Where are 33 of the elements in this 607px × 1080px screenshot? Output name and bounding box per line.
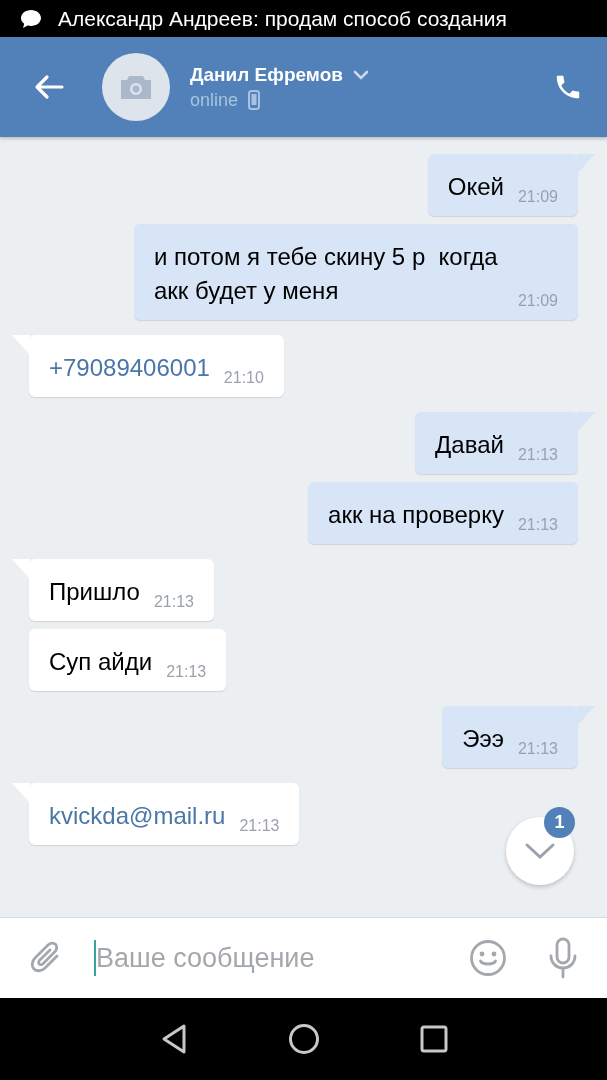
chevron-down-icon[interactable] [352,69,369,80]
microphone-icon[interactable] [547,937,579,979]
message-time: 21:13 [153,592,194,612]
chat-bubble-icon [20,8,42,29]
notification-text: Александр Андреев: продам способ создания [58,6,507,31]
message-input-field[interactable]: Ваше сообщение [94,940,469,976]
message-text: и потом я тебе скину 5 р когда акк будет у меня [153,242,499,306]
message-time: 21:09 [517,187,558,207]
contact-name[interactable]: Данил Ефремов [190,63,343,86]
presence-status: online [190,89,239,111]
message-text: акк на проверку [328,500,504,530]
message-time: 21:09 [517,291,558,311]
message-time: 21:13 [166,662,207,682]
message-text: Эээ [462,724,504,754]
message-text: Суп айди [49,647,153,677]
message-time: 21:13 [517,515,558,535]
back-arrow-icon[interactable] [34,74,64,100]
message-time: 21:10 [223,368,264,388]
message-time: 21:13 [517,445,558,465]
home-circle-icon[interactable] [287,1023,320,1055]
message-composer[interactable]: Ваше сообщение [0,917,607,998]
message-time: 21:13 [517,739,558,759]
message-text: Пришло [49,577,140,607]
message-text: Окей [447,172,504,202]
message-link[interactable]: kvickda@mail.ru [49,799,226,833]
smiley-icon[interactable] [469,939,507,977]
unread-count-badge: 1 [544,807,575,838]
scroll-down-button[interactable] [506,817,574,885]
message-link[interactable]: +79089406001 [49,351,210,385]
recents-square-icon[interactable] [419,1025,448,1053]
message-time: 21:13 [239,816,280,836]
chevron-down-icon[interactable] [524,842,556,860]
message-text: Давай [435,430,504,460]
